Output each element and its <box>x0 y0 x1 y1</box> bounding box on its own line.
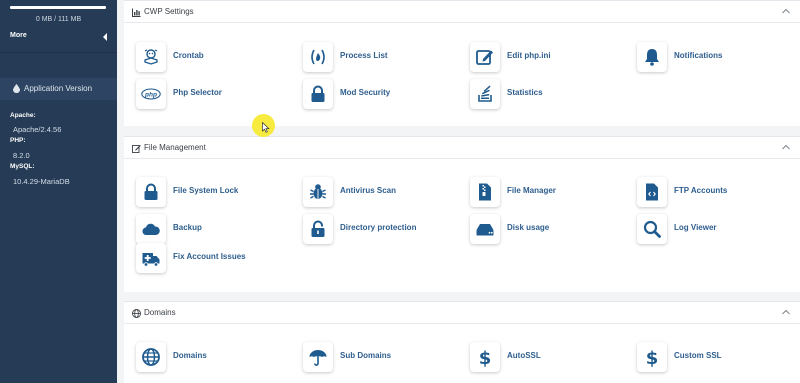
log-viewer-label: Log Viewer <box>674 223 717 232</box>
dollar-icon: $ <box>470 342 500 372</box>
ftp-accounts-label: FTP Accounts <box>674 186 728 195</box>
unlock-icon <box>303 214 333 244</box>
lock-icon <box>303 79 333 109</box>
fix-account-issues-label: Fix Account Issues <box>173 252 246 261</box>
file-code-icon <box>637 177 667 207</box>
lock-icon <box>136 177 166 207</box>
php-icon: php <box>136 79 166 109</box>
mod-security-label: Mod Security <box>340 88 391 97</box>
application-version-title: Application Version <box>24 84 93 93</box>
edit-php-ini-label: Edit php.ini <box>507 51 551 60</box>
globe-icon <box>136 342 166 372</box>
chevron-up-icon[interactable] <box>782 8 790 14</box>
backup-label: Backup <box>173 223 202 232</box>
edit-square-icon <box>132 145 141 153</box>
bar-chart-icon <box>132 8 141 17</box>
apache-version: Apache/2.4.56 <box>13 125 62 134</box>
search-icon <box>637 214 667 244</box>
disk-usage-label: Disk usage <box>507 223 550 232</box>
notifications-label: Notifications <box>674 51 723 60</box>
hdd-icon <box>470 214 500 244</box>
svg-text:php: php <box>144 91 157 98</box>
php-label: PHP: <box>10 137 26 144</box>
mouse-pointer-icon <box>262 122 270 133</box>
mysql-label: MySQL: <box>10 163 35 170</box>
domains-label: Domains <box>173 351 207 360</box>
chevron-up-icon[interactable] <box>782 309 790 315</box>
apache-label: Apache: <box>10 112 36 119</box>
statistics-label: Statistics <box>507 88 543 97</box>
dollar-icon: $ <box>637 342 667 372</box>
caret-left-icon <box>103 33 107 41</box>
drop-icon <box>13 84 20 93</box>
file-management-title: File Management <box>144 143 206 152</box>
cwp-settings-header[interactable]: CWP Settings <box>124 1 800 23</box>
cloud-icon <box>136 214 166 244</box>
disk-usage-bar <box>10 6 106 9</box>
application-version-header: Application Version <box>0 78 117 100</box>
svg-text:$: $ <box>646 348 659 367</box>
directory-protection-label: Directory protection <box>340 223 417 232</box>
process-list-label: Process List <box>340 51 388 60</box>
autossl-label: AutoSSL <box>507 351 541 360</box>
edit-icon <box>470 42 500 72</box>
more-toggle[interactable]: More <box>0 30 117 44</box>
custom-ssl-label: Custom SSL <box>674 351 722 360</box>
file-system-lock-label: File System Lock <box>173 186 239 195</box>
bug-icon <box>303 177 333 207</box>
sidebar: 0 MB / 111 MB More Application Version A… <box>0 0 117 383</box>
domains-title: Domains <box>144 308 176 317</box>
bell-icon <box>637 42 667 72</box>
cwp-settings-panel: CWP Settings Crontab Process List Edit p… <box>124 0 800 126</box>
ambulance-icon <box>136 243 166 273</box>
svg-text:$: $ <box>479 348 492 367</box>
file-zip-icon <box>470 177 500 207</box>
globe-icon <box>132 309 141 318</box>
php-version: 8.2.0 <box>13 151 30 160</box>
umbrella-icon <box>303 342 333 372</box>
domains-panel: Domains Domains Sub Domains $ AutoSSL $ … <box>124 301 800 383</box>
stack-icon <box>470 79 500 109</box>
domains-header[interactable]: Domains <box>124 302 800 324</box>
process-list-icon <box>303 42 333 72</box>
php-selector-label: Php Selector <box>173 88 222 97</box>
crontab-label: Crontab <box>173 51 204 60</box>
file-management-header[interactable]: File Management <box>124 137 800 159</box>
sidebar-divider <box>0 52 117 53</box>
disk-usage-text: 0 MB / 111 MB <box>35 16 82 23</box>
antivirus-scan-label: Antivirus Scan <box>340 186 397 195</box>
chevron-up-icon[interactable] <box>782 144 790 150</box>
sub-domains-label: Sub Domains <box>340 351 392 360</box>
crontab-icon <box>136 42 166 72</box>
more-label: More <box>10 32 27 39</box>
file-management-panel: File Management File System Lock Antivir… <box>124 136 800 292</box>
file-manager-label: File Manager <box>507 186 556 195</box>
mysql-version: 10.4.29-MariaDB <box>13 177 70 186</box>
cwp-settings-title: CWP Settings <box>144 7 194 16</box>
